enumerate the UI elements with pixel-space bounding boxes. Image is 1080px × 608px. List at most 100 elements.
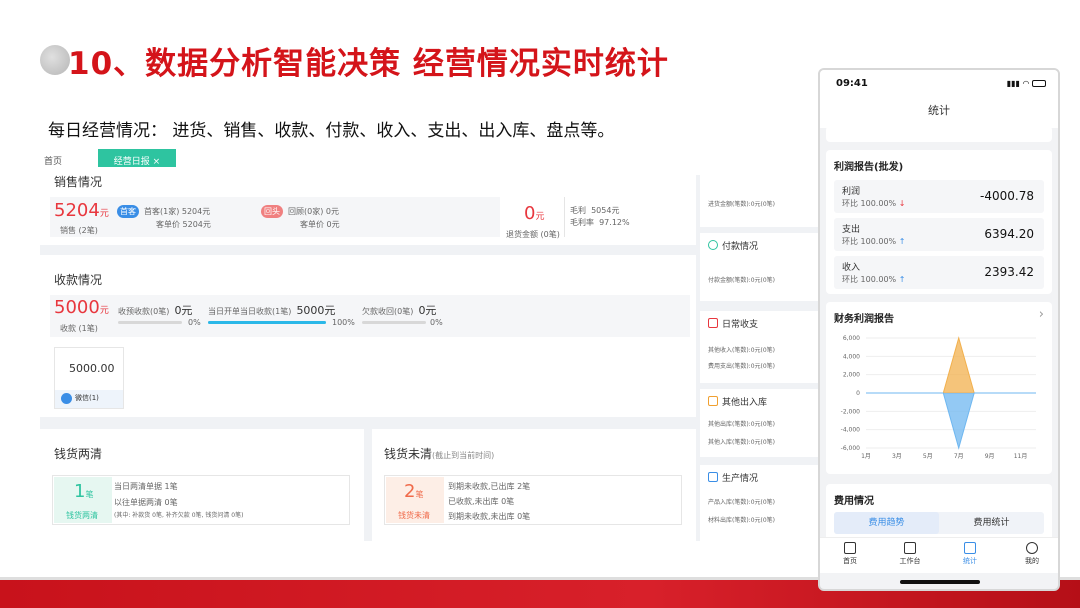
tab-home-mobile[interactable]: 首页	[830, 542, 870, 566]
progress-bar-prepaid	[118, 321, 182, 324]
y-tick-label: 0	[856, 390, 860, 397]
first-customer-line1: 首客(1家) 5204元	[144, 207, 211, 216]
tab-expense-stats[interactable]: 费用统计	[939, 512, 1044, 534]
payment-method-card[interactable]: 5000.00 微信(1)	[54, 347, 124, 409]
sales-count: 销售 (2笔)	[60, 226, 98, 235]
progress-bar-arrears	[362, 321, 426, 324]
collection-item-prepaid: 收预收款(0笔) 0元	[118, 304, 193, 317]
payment-method-footer: 微信(1)	[55, 390, 123, 408]
collection-card: 收款情况 5000元 收款 (1笔) 收预收款(0笔) 0元 0% 当日开单当日…	[40, 255, 696, 417]
unsettled-count: 2笔	[404, 481, 424, 502]
x-tick-label: 7月	[954, 453, 964, 460]
unsettled-line3: 到期未收款,未出库 0笔	[448, 512, 531, 521]
top-scrolled-card	[826, 126, 1052, 142]
first-customer-badge: 首客	[117, 205, 139, 218]
nav-title: 统计	[928, 104, 950, 117]
side-daily: 日常收支 其他收入(笔数):0元(0笔) 费用支出(笔数):0元(0笔)	[700, 311, 818, 383]
income-item[interactable]: 收入 环比 100.00% ↑ 2393.42	[834, 256, 1044, 289]
bullet-dot-icon	[40, 45, 70, 75]
x-tick-label: 9月	[985, 453, 995, 460]
y-tick-label: -4,000	[841, 427, 861, 434]
wifi-icon: ◠	[1022, 79, 1030, 88]
side-column: 进货金额(笔数):0元(0笔) 付款情况 付款金额(笔数):0元(0笔) 日常收…	[700, 175, 818, 541]
side-stock: 其他出入库 其他出库(笔数):0元(0笔) 其他入库(笔数):0元(0笔)	[700, 389, 818, 457]
side-payment: 付款情况 付款金额(笔数):0元(0笔)	[700, 233, 818, 301]
chevron-right-icon[interactable]: ›	[1039, 307, 1044, 322]
settled-count: 1笔	[74, 481, 94, 502]
x-tick-label: 1月	[861, 453, 871, 460]
settled-title: 钱货两清	[54, 447, 103, 461]
sales-card: 销售情况 5204元 销售 (2笔) 首客 首客(1家) 5204元 客单价 5…	[40, 167, 696, 245]
bottom-tab-bar: 首页 工作台 统计 我的	[820, 537, 1058, 573]
unsettled-line2: 已收款,未出库 0笔	[448, 497, 515, 506]
profit-report-title: 利润报告(批发)	[834, 162, 904, 173]
y-tick-label: 4,000	[843, 353, 860, 360]
return-customer-line2: 客单价 0元	[300, 220, 340, 229]
home-icon	[844, 542, 856, 554]
sales-amount: 5204元	[54, 200, 109, 221]
payment-icon	[708, 240, 718, 250]
sales-title: 销售情况	[54, 175, 103, 189]
profit-item[interactable]: 利润 环比 100.00% ↓ -4000.78	[834, 180, 1044, 213]
side-production: 生产情况 产品入库(笔数):0元(0笔) 材料出库(笔数):0元(0笔)	[700, 465, 818, 541]
y-tick-label: 6,000	[843, 335, 860, 342]
settled-card: 钱货两清 1笔 钱货两清 当日两清单据 1笔 以往单据两清 0笔 (其中: 补款…	[40, 429, 364, 541]
return-customer-badge: 回头	[261, 205, 283, 218]
finance-profit-card: 财务利润报告 › 6,000 4,000 2,000 0 -2,000 -4,000 -6,…	[826, 302, 1052, 474]
divider	[564, 197, 565, 237]
x-tick-label: 5月	[923, 453, 933, 460]
y-tick-label: -6,000	[841, 445, 861, 452]
y-tick-label: 2,000	[843, 372, 860, 379]
slide-title-text: 10、数据分析智能决策 经营情况实时统计	[68, 45, 669, 82]
refund-amount: 0元	[524, 203, 545, 224]
side-purchase: 进货金额(笔数):0元(0笔)	[700, 175, 818, 227]
collection-count: 收款 (1笔)	[60, 324, 98, 333]
settled-line2: 以往单据两清 0笔	[114, 498, 178, 507]
stock-icon	[708, 396, 718, 406]
unsettled-title: 钱货未清(截止到当前时间)	[384, 447, 495, 461]
phone-mockup: 09:41 ▮▮▮ ◠ 统计 利润报告(批发) 利润 环比 100.00% ↓ …	[818, 68, 1060, 591]
status-time: 09:41	[836, 78, 868, 89]
settled-tag: 钱货两清	[66, 511, 98, 520]
settled-line1: 当日两清单据 1笔	[114, 482, 178, 491]
expense-tabs: 费用趋势 费用统计	[834, 512, 1044, 534]
trend-down-icon: ↓	[898, 199, 906, 208]
profit-report-card: 利润报告(批发) 利润 环比 100.00% ↓ -4000.78 支出 环比 …	[826, 150, 1052, 294]
payment-method-amount: 5000.00	[69, 362, 115, 375]
progress-bar-sameday	[208, 321, 326, 324]
margin-row: 毛利率 97.12%	[570, 218, 630, 227]
expense-card: 费用情况 费用趋势 费用统计	[826, 484, 1052, 544]
slide-subtitle: 每日经营情况： 进货、销售、收款、付款、收入、支出、出入库、盘点等。	[48, 121, 615, 141]
progress-pct-sameday: 100%	[332, 318, 355, 327]
collection-title: 收款情况	[54, 273, 103, 287]
wechat-icon	[61, 393, 72, 404]
web-app-panel: 首页 经营日报 × 销售情况 5204元 销售 (2笔) 首客 首客(1家) 5…	[40, 149, 818, 541]
unsettled-card: 钱货未清(截止到当前时间) 2笔 钱货未清 到期未收款,已出库 2笔 已收款,未…	[372, 429, 696, 541]
chart-icon	[964, 542, 976, 554]
trend-up-icon: ↑	[898, 237, 906, 246]
tab-workbench[interactable]: 工作台	[890, 542, 930, 566]
return-customer-line1: 回顾(0家) 0元	[288, 207, 339, 216]
factory-icon	[708, 472, 718, 482]
collection-item-sameday: 当日开单当日收款(1笔) 5000元	[208, 304, 336, 317]
collection-amount: 5000元	[54, 297, 109, 318]
expense-title: 费用情况	[834, 496, 874, 507]
expense-item[interactable]: 支出 环比 100.00% ↑ 6394.20	[834, 218, 1044, 251]
tab-mine[interactable]: 我的	[1012, 542, 1052, 566]
refund-label: 退货金额 (0笔)	[506, 230, 560, 239]
workbench-icon	[904, 542, 916, 554]
profit-row: 毛利 5054元	[570, 206, 620, 215]
slide-title: 10、数据分析智能决策 经营情况实时统计	[40, 38, 669, 82]
collection-item-arrears: 欠款收回(0笔) 0元	[362, 304, 437, 317]
tab-statistics[interactable]: 统计	[950, 542, 990, 566]
x-tick-label: 3月	[892, 453, 902, 460]
finance-chart: 6,000 4,000 2,000 0 -2,000 -4,000 -6,0001月 3月 5月…	[841, 335, 1036, 460]
unsettled-tag: 钱货未清	[398, 511, 430, 520]
nav-bar: 统计	[820, 100, 1058, 128]
status-icons: ▮▮▮ ◠	[1007, 79, 1046, 88]
tab-expense-trend[interactable]: 费用趋势	[834, 512, 939, 534]
trend-up-icon: ↑	[898, 275, 906, 284]
progress-pct-arrears: 0%	[430, 318, 443, 327]
progress-pct-prepaid: 0%	[188, 318, 201, 327]
home-indicator	[900, 580, 980, 584]
